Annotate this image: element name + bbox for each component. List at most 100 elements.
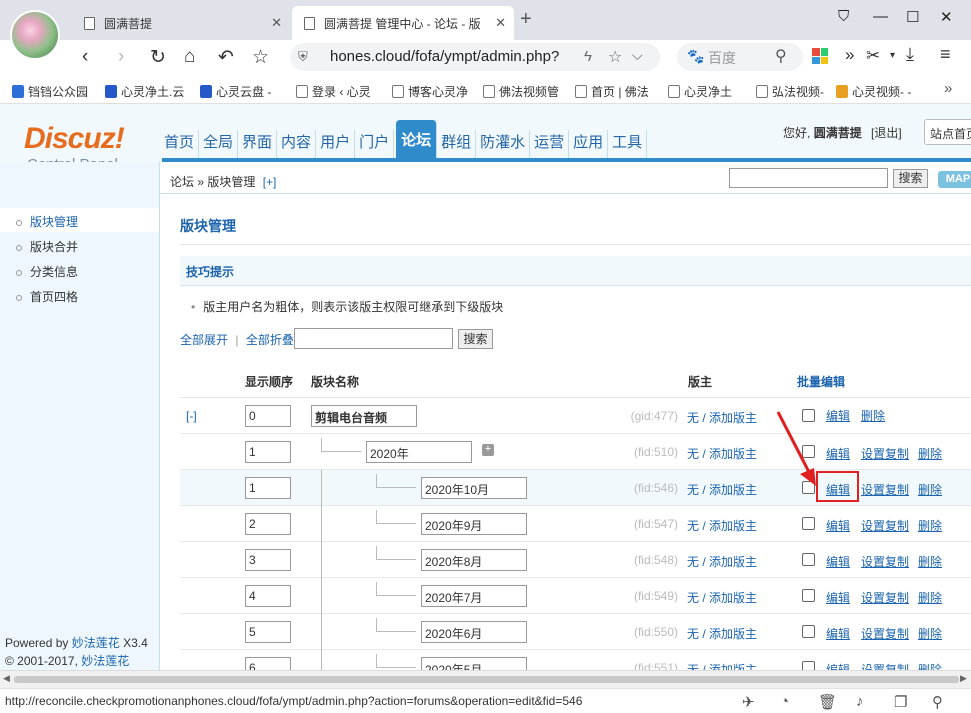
- moderator-none[interactable]: 无: [687, 483, 699, 497]
- edit-link[interactable]: 编辑: [826, 553, 850, 570]
- add-moderator-link[interactable]: 添加版主: [709, 627, 757, 641]
- bookmark-item[interactable]: 心灵净土: [668, 83, 732, 100]
- delete-link[interactable]: 删除: [918, 517, 942, 534]
- undo-icon[interactable]: ↶: [218, 46, 234, 69]
- search-placeholder[interactable]: 百度: [708, 48, 736, 68]
- batch-checkbox[interactable]: [802, 625, 815, 638]
- delete-link[interactable]: 删除: [918, 481, 942, 498]
- nav-item[interactable]: 内容: [279, 130, 317, 158]
- add-moderator-link[interactable]: 添加版主: [709, 483, 757, 497]
- bookmark-item[interactable]: 心灵云盘 -: [200, 83, 271, 100]
- add-moderator-link[interactable]: 添加版主: [709, 591, 757, 605]
- sidebar-item[interactable]: 首页四格: [16, 288, 78, 305]
- scroll-left-icon[interactable]: ◀: [3, 673, 10, 684]
- nav-item[interactable]: 论坛: [396, 120, 438, 160]
- collapse-all-link[interactable]: 全部折叠: [246, 333, 294, 347]
- copy-settings-link[interactable]: 设置复制: [861, 445, 909, 462]
- order-input[interactable]: 3: [245, 549, 291, 571]
- nav-item[interactable]: 应用: [571, 130, 609, 158]
- copyright-link[interactable]: 妙法莲花: [81, 654, 129, 668]
- top-search-input[interactable]: [729, 168, 888, 188]
- nav-item[interactable]: 门户: [357, 130, 395, 158]
- window-close-icon[interactable]: ✕: [940, 8, 953, 26]
- moderator-none[interactable]: 无: [687, 591, 699, 605]
- volume-icon[interactable]: ♪: [856, 693, 864, 710]
- maximize-icon[interactable]: ☐: [906, 8, 919, 26]
- window-icon[interactable]: ❐: [894, 693, 907, 711]
- sidebar-item[interactable]: 版块管理: [16, 213, 78, 230]
- scissors-icon[interactable]: ✂: [866, 46, 880, 66]
- bookmark-item[interactable]: 心灵视频- -: [836, 83, 911, 100]
- map-button[interactable]: MAP: [938, 171, 971, 188]
- bookmark-item[interactable]: 登录 ‹ 心灵: [296, 83, 371, 100]
- delete-link[interactable]: 删除: [918, 625, 942, 642]
- add-moderator-link[interactable]: 添加版主: [709, 519, 757, 533]
- nav-item[interactable]: 防灌水: [478, 130, 531, 158]
- batch-checkbox[interactable]: [802, 517, 815, 530]
- lightning-icon[interactable]: ϟ: [584, 48, 592, 65]
- forum-name-input[interactable]: 2020年7月: [421, 585, 527, 607]
- sidebar-item[interactable]: 版块合并: [16, 238, 78, 255]
- scrollbar-thumb[interactable]: [14, 676, 959, 683]
- edit-link[interactable]: 编辑: [826, 445, 850, 462]
- order-input[interactable]: 1: [245, 441, 291, 463]
- add-subforum-icon[interactable]: +: [482, 444, 494, 456]
- edit-link[interactable]: 编辑: [826, 589, 850, 606]
- nav-item[interactable]: 用户: [318, 130, 356, 158]
- edit-link[interactable]: 编辑: [826, 407, 850, 424]
- edit-link[interactable]: 编辑: [826, 517, 850, 534]
- moderator-none[interactable]: 无: [687, 411, 699, 425]
- site-home-button[interactable]: 站点首页: [924, 119, 971, 145]
- url-text[interactable]: hones.cloud/fofa/ympt/admin.php?: [330, 48, 559, 65]
- shield-icon[interactable]: ⛨: [298, 49, 308, 65]
- moderator-none[interactable]: 无: [687, 519, 699, 533]
- trash-icon[interactable]: 🗑: [818, 693, 837, 711]
- browser-tab-2[interactable]: 圆满菩提 管理中心 - 论坛 - 版 ✕: [292, 6, 514, 40]
- collapse-toggle[interactable]: [-]: [186, 409, 197, 423]
- minimize-icon[interactable]: —: [873, 8, 888, 25]
- star-icon[interactable]: ☆: [252, 46, 269, 69]
- scroll-right-icon[interactable]: ▶: [960, 673, 967, 684]
- order-input[interactable]: 4: [245, 585, 291, 607]
- moderator-none[interactable]: 无: [687, 627, 699, 641]
- forum-name-input[interactable]: 2020年6月: [421, 621, 527, 643]
- forum-name-input[interactable]: 剪辑电台音频: [311, 405, 417, 427]
- back-icon[interactable]: ‹: [82, 46, 88, 68]
- forum-name-input[interactable]: 2020年: [366, 441, 472, 463]
- bookmark-item[interactable]: 博客心灵净: [392, 83, 468, 100]
- shirt-icon[interactable]: ⛉: [838, 8, 849, 25]
- forward-icon[interactable]: ›: [118, 46, 124, 68]
- add-moderator-link[interactable]: 添加版主: [709, 447, 757, 461]
- order-input[interactable]: 0: [245, 405, 291, 427]
- menu-icon[interactable]: ≡: [940, 44, 951, 65]
- home-icon[interactable]: ⌂: [184, 46, 195, 68]
- browser-avatar[interactable]: [10, 10, 60, 60]
- header-batch-edit[interactable]: 批量编辑: [797, 373, 845, 390]
- more-chevron-icon[interactable]: »: [845, 45, 854, 65]
- copy-settings-link[interactable]: 设置复制: [861, 481, 909, 498]
- moderator-none[interactable]: 无: [687, 447, 699, 461]
- nav-item[interactable]: 界面: [240, 130, 278, 158]
- rocket-icon[interactable]: ✈: [742, 693, 755, 711]
- order-input[interactable]: 2: [245, 513, 291, 535]
- dropdown-icon[interactable]: ▾: [890, 50, 895, 61]
- new-tab-icon[interactable]: +: [520, 8, 532, 31]
- order-input[interactable]: 5: [245, 621, 291, 643]
- moderator-none[interactable]: 无: [687, 555, 699, 569]
- forum-filter-input[interactable]: [294, 328, 453, 349]
- close-icon[interactable]: ✕: [271, 15, 282, 31]
- search-icon[interactable]: ⚲: [775, 46, 787, 66]
- forum-filter-button[interactable]: 搜索: [458, 329, 493, 349]
- powered-link[interactable]: 妙法莲花: [72, 636, 120, 650]
- logout-link[interactable]: [退出]: [871, 126, 902, 140]
- nav-item[interactable]: 工具: [610, 130, 648, 158]
- download-icon[interactable]: ⤓: [906, 44, 914, 65]
- edit-link[interactable]: 编辑: [826, 625, 850, 642]
- nav-item[interactable]: 首页: [162, 130, 200, 158]
- nav-item[interactable]: 全局: [201, 130, 239, 158]
- copy-settings-link[interactable]: 设置复制: [861, 517, 909, 534]
- delete-link[interactable]: 删除: [918, 553, 942, 570]
- add-moderator-link[interactable]: 添加版主: [709, 555, 757, 569]
- delete-link[interactable]: 删除: [918, 589, 942, 606]
- bookmark-item[interactable]: 铛铛公众园: [12, 83, 88, 100]
